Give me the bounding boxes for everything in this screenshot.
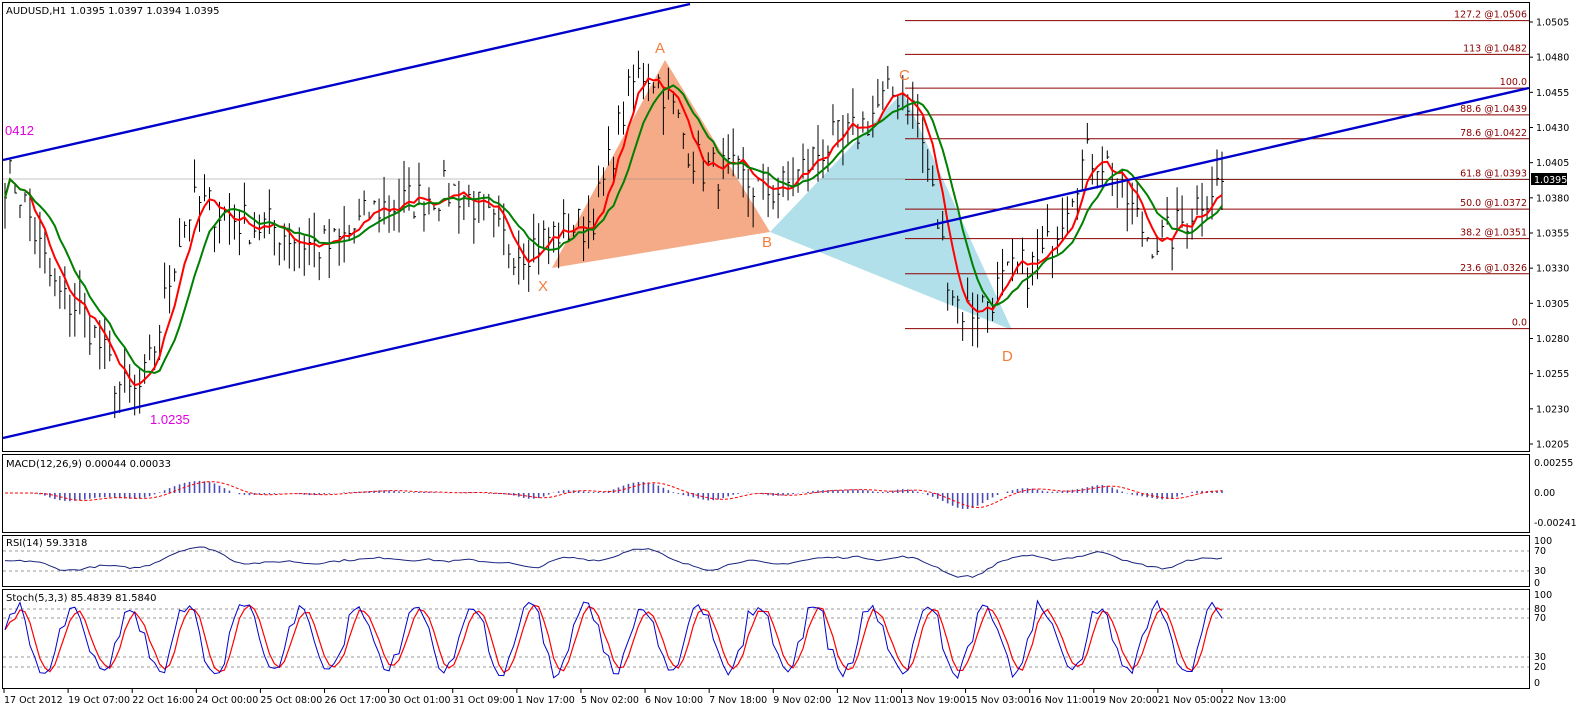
point-a-label: A <box>655 40 665 57</box>
stoch-pane <box>2 589 1530 689</box>
time-tick-label: 12 Nov 11:00 <box>837 695 901 706</box>
point-b-label: B <box>762 234 772 251</box>
price-tick-label: 1.0505 <box>1536 18 1569 29</box>
chart-canvas: 127.2 @1.0506 113 @1.0482 100.0 88.6 @1.043… <box>2 2 1577 706</box>
rsi-label: RSI(14) 59.3318 <box>6 538 87 549</box>
price-tick-label: 1.0405 <box>1536 158 1569 169</box>
fib-level-label: 38.2 @1.0351 <box>1460 228 1527 239</box>
macd-label: MACD(12,26,9) 0.00044 0.00033 <box>6 459 171 470</box>
rsi-line <box>4 546 1223 578</box>
macd-signal-line <box>5 481 1223 509</box>
time-tick-label: 19 Oct 07:00 <box>68 695 130 706</box>
price-tick-label: 1.0480 <box>1536 53 1569 64</box>
left-price-label: 0412 <box>5 123 34 138</box>
time-tick-label: 5 Nov 02:00 <box>581 695 639 706</box>
time-tick-label: 17 Oct 2012 <box>4 695 63 706</box>
fib-level-label: 50.0 @1.0372 <box>1460 198 1527 209</box>
macd-tick-zero: 0.00 <box>1534 488 1555 499</box>
pattern-bcd-triangle <box>770 92 1012 330</box>
fib-level-label: 61.8 @1.0393 <box>1460 169 1527 180</box>
time-tick-label: 30 Oct 01:00 <box>389 695 451 706</box>
time-tick-label: 15 Nov 03:00 <box>966 695 1030 706</box>
pane-frames <box>2 2 1530 689</box>
price-tick-label: 1.0430 <box>1536 123 1569 134</box>
price-tick-label: 1.0455 <box>1536 88 1569 99</box>
time-tick-label: 24 Oct 00:00 <box>196 695 258 706</box>
time-tick-label: 22 Oct 16:00 <box>132 695 194 706</box>
stoch-tick-0: 0 <box>1534 678 1540 689</box>
time-tick-label: 13 Nov 19:00 <box>901 695 965 706</box>
rsi-pane <box>2 535 1530 587</box>
time-axis: 17 Oct 2012 19 Oct 07:00 22 Oct 16:00 24 Oc… <box>3 689 1286 706</box>
fib-level-label: 78.6 @1.0422 <box>1460 128 1527 139</box>
time-tick-label: 6 Nov 10:00 <box>645 695 703 706</box>
price-tick-label: 1.0305 <box>1536 299 1569 310</box>
channel-upper-line <box>2 2 691 162</box>
time-tick-label: 25 Oct 08:00 <box>260 695 322 706</box>
point-d-label: D <box>1002 348 1013 365</box>
price-axis: 1.0505 1.0480 1.0455 1.0430 1.0405 1.0380 1.03… <box>1529 18 1569 451</box>
stoch-tick-70: 70 <box>1534 613 1546 624</box>
current-price-value: 1.0395 <box>1534 175 1567 186</box>
time-tick-label: 21 Nov 05:00 <box>1158 695 1222 706</box>
price-tick-label: 1.0380 <box>1536 193 1569 204</box>
rsi-tick-30: 30 <box>1534 566 1546 577</box>
time-tick-label: 16 Nov 11:00 <box>1030 695 1094 706</box>
fib-level-label: 0.0 <box>1512 318 1527 329</box>
time-tick-label: 7 Nov 18:00 <box>709 695 767 706</box>
price-tick-label: 1.0255 <box>1536 369 1569 380</box>
time-tick-label: 9 Nov 02:00 <box>773 695 831 706</box>
rsi-tick-0: 0 <box>1534 578 1540 589</box>
low-price-label: 1.0235 <box>150 412 190 427</box>
price-tick-label: 1.0355 <box>1536 229 1569 240</box>
ohlc-label: 1.0395 1.0397 1.0394 1.0395 <box>70 6 220 17</box>
macd-histogram <box>29 480 1223 509</box>
stoch-tick-20: 20 <box>1534 662 1546 673</box>
time-tick-label: 1 Nov 17:00 <box>517 695 575 706</box>
time-tick-label: 31 Oct 09:00 <box>453 695 515 706</box>
price-tick-label: 1.0230 <box>1536 404 1569 415</box>
rsi-tick-70: 70 <box>1534 546 1546 557</box>
fib-level-label: 113 @1.0482 <box>1463 43 1527 54</box>
time-tick-label: 26 Oct 17:00 <box>325 695 387 706</box>
fib-level-label: 100.0 <box>1500 77 1527 88</box>
macd-tick-top: 0.00255 <box>1534 458 1573 469</box>
fib-level-label: 88.6 @1.0439 <box>1460 104 1527 115</box>
price-tick-label: 1.0205 <box>1536 440 1569 451</box>
fib-level-label: 23.6 @1.0326 <box>1460 263 1527 274</box>
point-x-label: X <box>538 278 548 295</box>
stoch-signal-line <box>4 604 1223 674</box>
point-c-label: C <box>899 67 910 84</box>
time-tick-label: 19 Nov 20:00 <box>1094 695 1158 706</box>
stoch-label: Stoch(5,3,3) 85.4839 81.5840 <box>6 593 157 604</box>
price-tick-label: 1.0330 <box>1536 264 1569 275</box>
time-tick-label: 22 Nov 13:00 <box>1222 695 1286 706</box>
stoch-tick-100: 100 <box>1534 590 1552 601</box>
symbol-label: AUDUSD,H1 <box>6 6 66 17</box>
price-tick-label: 1.0280 <box>1536 334 1569 345</box>
fib-level-label: 127.2 @1.0506 <box>1454 10 1527 21</box>
macd-tick-bottom: -0.00241 <box>1534 518 1577 529</box>
channel-lower-line <box>2 86 1530 440</box>
